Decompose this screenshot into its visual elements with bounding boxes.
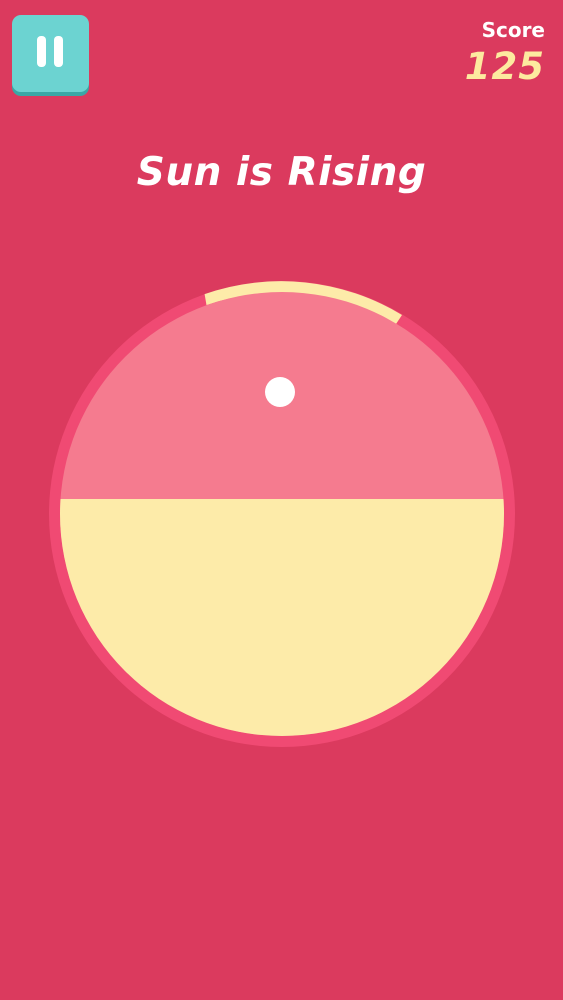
level-title: Sun is Rising [136,150,427,195]
score-value: 125 [464,45,545,88]
pause-button[interactable] [12,15,89,92]
ball [265,377,295,407]
game-board[interactable] [49,281,515,747]
pause-icon-bar [54,36,63,67]
ground-area [60,499,504,736]
pause-icon [37,36,46,67]
score-label: Score [481,18,545,42]
game-board-graphic [49,281,515,747]
